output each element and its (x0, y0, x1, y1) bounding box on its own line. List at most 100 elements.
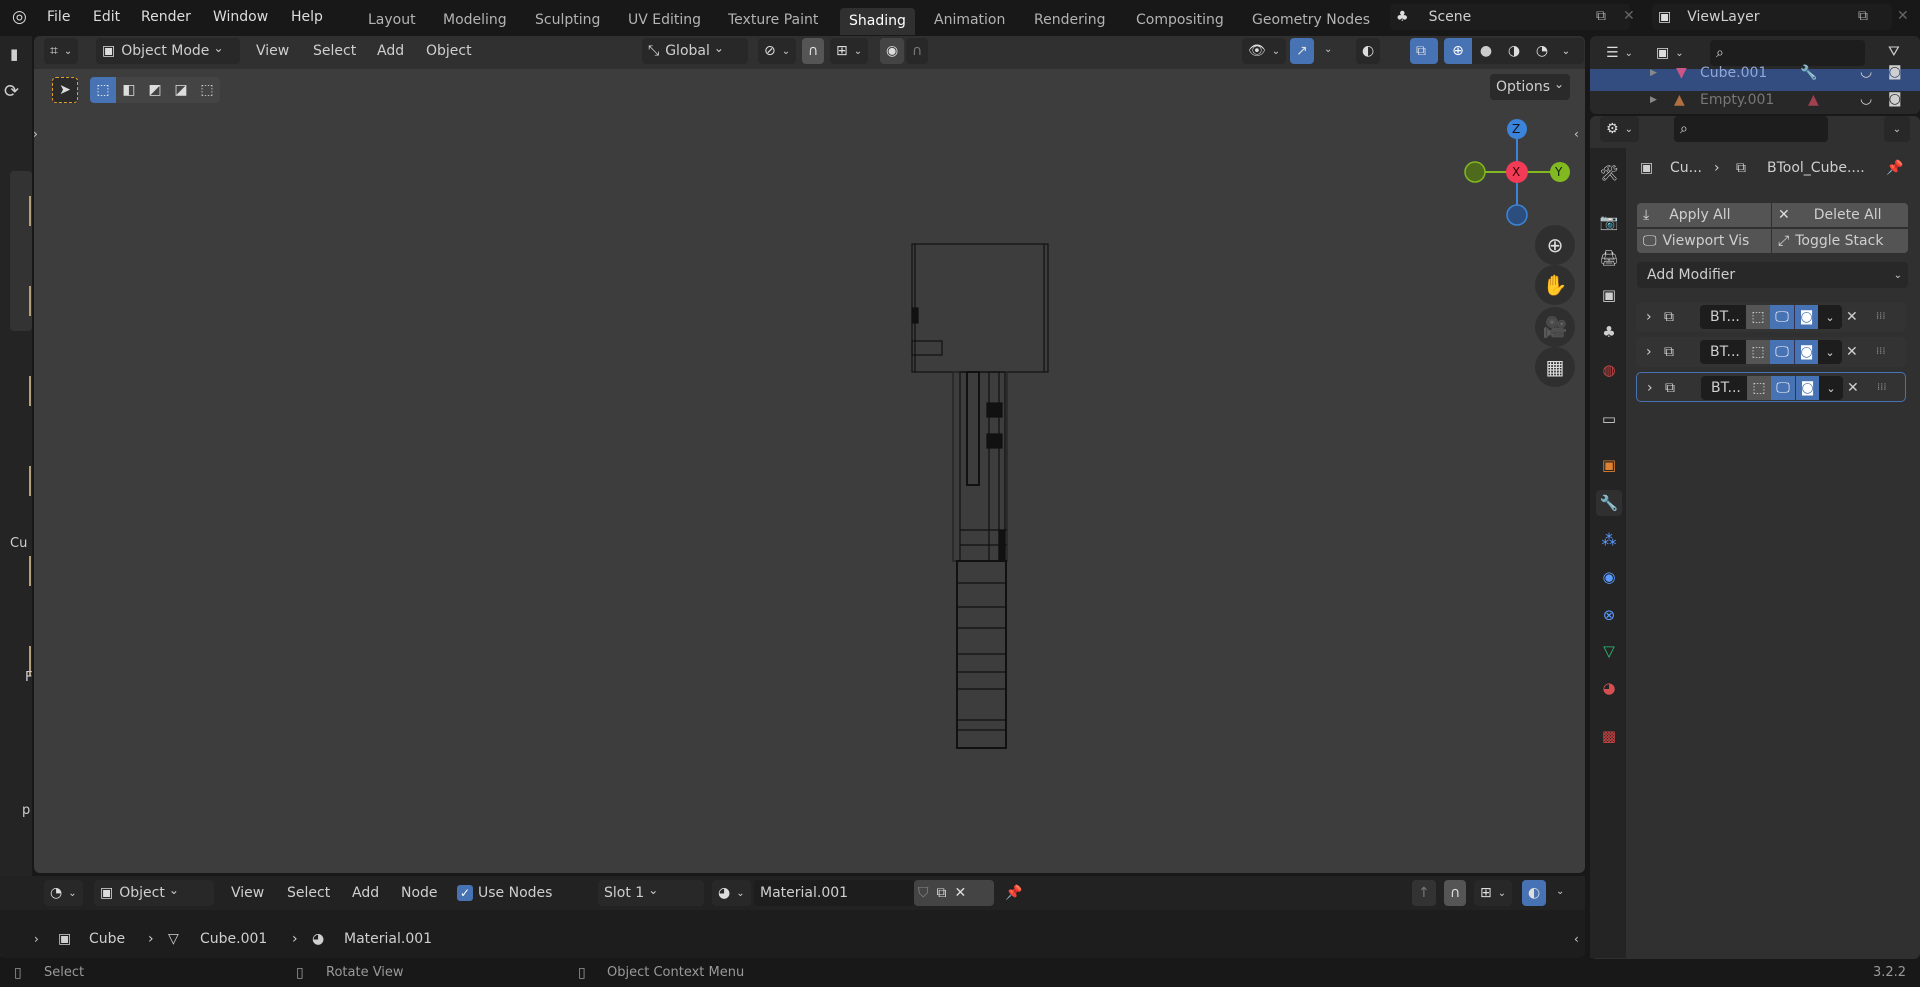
show-viewport-toggle-icon[interactable]: 🖵 (1770, 305, 1794, 329)
pivot-point-button[interactable]: ⊘⌄ (758, 38, 796, 64)
remove-modifier-icon[interactable]: ✕ (1846, 307, 1858, 327)
delete-view-layer-icon[interactable]: ✕ (1897, 6, 1909, 26)
blender-logo-icon[interactable]: ◎ (12, 7, 27, 27)
delete-all-button[interactable]: ✕ Delete All (1772, 203, 1908, 227)
tab-rendering[interactable]: Rendering (1034, 10, 1106, 30)
falloff-button[interactable]: ∩ (906, 38, 928, 64)
expand-arrow-icon[interactable]: ▶ (1650, 63, 1657, 83)
select-new-icon[interactable]: ⬚ (90, 77, 116, 103)
tab-constraints-icon[interactable]: ⊗ (1596, 602, 1622, 628)
drag-handle-icon[interactable]: ⁞⁞⁞ (1877, 378, 1887, 398)
tab-particles-icon[interactable]: ⁂ (1596, 527, 1622, 553)
menu-file[interactable]: File (47, 7, 70, 27)
shader-type-selector[interactable]: ▣ Object (94, 880, 214, 906)
outliner-item-name[interactable]: Cube.001 (1700, 63, 1767, 83)
node-snap-toggle[interactable]: ∩ (1444, 880, 1466, 906)
tab-collection-icon[interactable]: ▭ (1596, 406, 1622, 432)
tab-scene-icon[interactable]: ♣ (1596, 319, 1622, 345)
tab-physics-icon[interactable]: ◉ (1596, 564, 1622, 590)
select-tool[interactable]: ➤ (52, 77, 78, 103)
tab-view-layer-icon[interactable]: ▣ (1596, 282, 1622, 308)
new-view-layer-icon[interactable]: ⧉ (1858, 6, 1868, 26)
viewport-menu-view[interactable]: View (256, 41, 289, 61)
expand-arrow-icon[interactable]: ▶ (1650, 90, 1657, 110)
view-layer-selector[interactable]: ▣ ViewLayer (1652, 4, 1892, 30)
modifier-dropdown-icon[interactable]: ⌄ (1819, 376, 1843, 400)
modifier-dropdown-icon[interactable]: ⌄ (1818, 340, 1842, 364)
render-camera-icon[interactable]: ◙ (1888, 89, 1902, 109)
show-viewport-toggle-icon[interactable]: 🖵 (1771, 376, 1795, 400)
modifier-wrench-icon[interactable]: 🔧 (1800, 63, 1817, 83)
gizmo-toggle[interactable]: ↗ (1290, 38, 1314, 64)
outliner-display-mode[interactable]: ☰⌄ (1600, 40, 1639, 66)
properties-editor-type[interactable]: ⚙⌄ (1600, 116, 1639, 142)
modifier-panel[interactable]: ›⧉BT...⬚🖵◙⌄✕⁞⁞⁞ (1636, 302, 1906, 332)
select-invert-icon[interactable]: ◪ (168, 82, 194, 98)
properties-options-dropdown[interactable]: ⌄ (1884, 116, 1910, 142)
filter-icon[interactable]: ⛛ (1888, 42, 1900, 62)
toolbar-expand-icon[interactable]: › (33, 124, 38, 144)
node-menu-node[interactable]: Node (401, 883, 438, 903)
fake-user-shield-icon[interactable]: ⛉ (918, 885, 929, 901)
menu-render[interactable]: Render (141, 7, 191, 27)
tab-uv-editing[interactable]: UV Editing (628, 10, 701, 30)
use-nodes-checkbox[interactable]: ✓ (457, 885, 473, 901)
zoom-button[interactable]: ⊕ (1535, 225, 1575, 265)
material-shading-icon[interactable]: ◑ (1500, 43, 1528, 59)
tab-material-icon[interactable]: ◕ (1596, 675, 1622, 701)
tab-compositing[interactable]: Compositing (1136, 10, 1224, 30)
viewport-vis-button[interactable]: 🖵 Viewport Vis (1637, 229, 1771, 253)
shader-editor-type-button[interactable]: ◔⌄ (44, 880, 83, 906)
tab-object-icon[interactable]: ▣ (1596, 452, 1622, 478)
modifier-panel[interactable]: ›⧉BT...⬚🖵◙⌄✕⁞⁞⁞ (1636, 372, 1906, 402)
menu-edit[interactable]: Edit (93, 7, 120, 27)
rendered-shading-icon[interactable]: ◔ (1528, 43, 1556, 59)
wireframe-shading-icon[interactable]: ⊕ (1444, 38, 1472, 64)
edit-mode-toggle-icon[interactable]: ⬚ (1746, 305, 1770, 329)
viewport-menu-object[interactable]: Object (426, 41, 472, 61)
neg-y-axis[interactable] (1465, 162, 1485, 182)
menu-help[interactable]: Help (291, 7, 323, 27)
add-modifier-dropdown[interactable]: Add Modifier ⌄ (1637, 262, 1908, 288)
tab-modeling[interactable]: Modeling (443, 10, 507, 30)
tab-tool-icon[interactable]: 🛠 (1596, 160, 1622, 186)
show-viewport-toggle-icon[interactable]: 🖵 (1770, 340, 1794, 364)
viewport-menu-add[interactable]: Add (377, 41, 404, 61)
outliner-item-name[interactable]: Empty.001 (1700, 90, 1774, 110)
tab-texture-icon[interactable]: ▩ (1596, 723, 1622, 749)
show-render-toggle-icon[interactable]: ◙ (1795, 376, 1819, 400)
gizmo-dropdown-icon[interactable]: ⌄ (1324, 40, 1332, 60)
menu-window[interactable]: Window (213, 7, 268, 27)
expand-chevron-icon[interactable]: › (1647, 378, 1653, 398)
tab-animation[interactable]: Animation (934, 10, 1005, 30)
select-extend-icon[interactable]: ◧ (116, 82, 142, 98)
tab-geometry-nodes[interactable]: Geometry Nodes (1252, 10, 1370, 30)
select-subtract-icon[interactable]: ◩ (142, 82, 168, 98)
visibility-icon[interactable]: ◡ (1860, 62, 1872, 82)
apply-all-button[interactable]: ⤓ Apply All (1637, 203, 1771, 227)
breadcrumb-expand-icon[interactable]: › (34, 929, 39, 949)
snap-target-button[interactable]: ⊞⌄ (830, 38, 868, 64)
node-sidebar-expand-icon[interactable]: ‹ (1574, 929, 1579, 949)
3d-viewport[interactable] (34, 36, 1585, 873)
scene-selector[interactable]: ♣ Scene (1390, 4, 1630, 30)
tab-texture-paint[interactable]: Texture Paint (728, 10, 818, 30)
pin-icon[interactable]: 📌 (1886, 158, 1903, 178)
modifier-name-field[interactable]: BT... (1700, 340, 1746, 364)
tab-modifier-icon[interactable]: 🔧 (1596, 490, 1622, 516)
transform-orientation[interactable]: ⤡ Global (642, 38, 748, 64)
pin-icon[interactable]: 📌 (1005, 883, 1022, 903)
tab-render-icon[interactable]: 📷 (1596, 209, 1622, 235)
node-menu-view[interactable]: View (231, 883, 264, 903)
selectability-button[interactable]: 👁⌄ (1242, 38, 1286, 64)
select-intersect-icon[interactable]: ⬚ (194, 82, 220, 98)
visibility-icon[interactable]: ◡ (1860, 89, 1872, 109)
edit-mode-toggle-icon[interactable]: ⬚ (1747, 376, 1771, 400)
use-nodes-label[interactable]: Use Nodes (478, 883, 552, 903)
solid-shading-icon[interactable]: ● (1472, 43, 1500, 59)
shading-dropdown-icon[interactable]: ⌄ (1556, 46, 1576, 57)
proportional-edit-toggle[interactable]: ◉ (880, 38, 904, 64)
show-render-toggle-icon[interactable]: ◙ (1794, 340, 1818, 364)
node-snap-target[interactable]: ⊞⌄ (1474, 880, 1512, 906)
material-name-field[interactable]: Material.001 (754, 880, 914, 906)
